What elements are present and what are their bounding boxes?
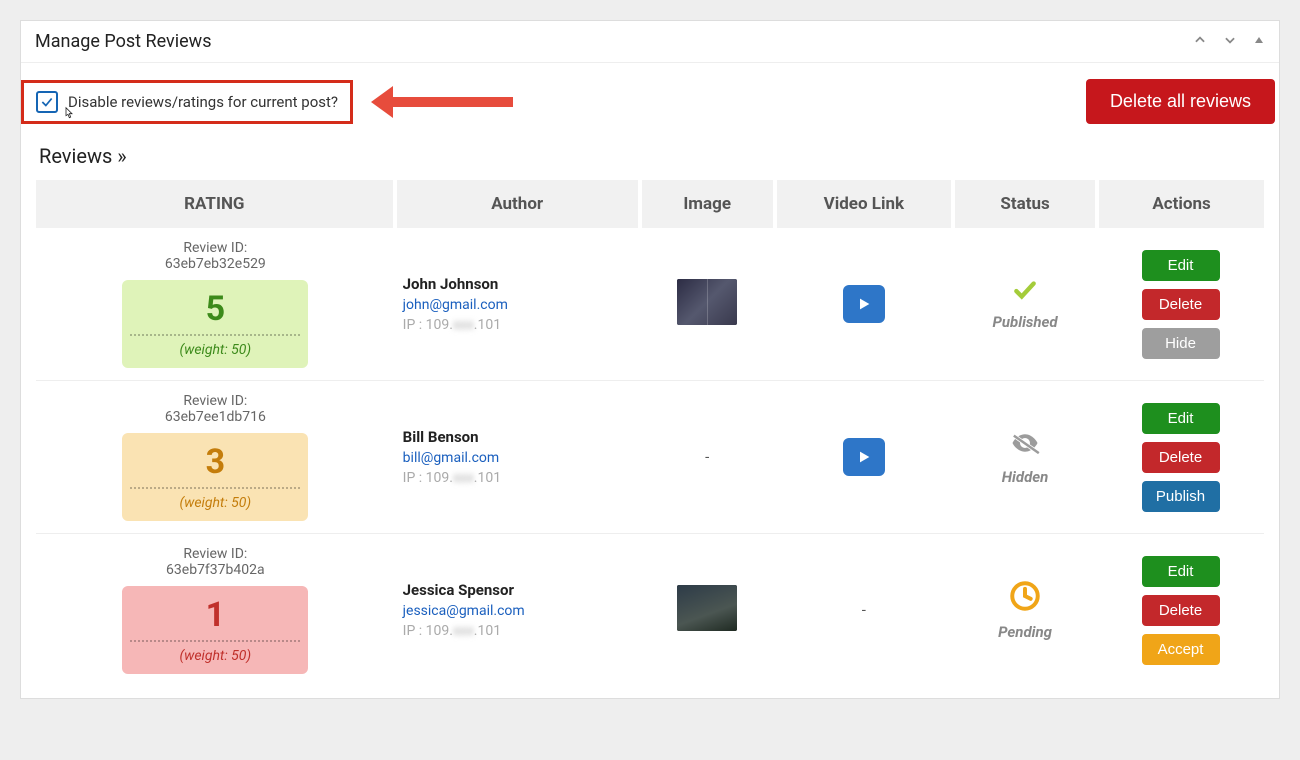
rating-divider	[130, 640, 300, 642]
disable-reviews-checkbox[interactable]	[36, 91, 58, 113]
reviews-table: RATING Author Image Video Link Status Ac…	[36, 180, 1264, 686]
panel-title: Manage Post Reviews	[35, 31, 211, 52]
callout-arrow-icon	[393, 97, 513, 107]
author-ip: IP : 109.xxx.101	[403, 470, 632, 486]
rating-number: 1	[130, 598, 300, 632]
review-image-thumb[interactable]	[677, 585, 737, 631]
rating-divider	[130, 334, 300, 336]
status-cell: Published	[961, 277, 1089, 331]
accept-button[interactable]: Accept	[1142, 634, 1220, 665]
col-status: Status	[953, 180, 1097, 228]
delete-button[interactable]: Delete	[1142, 442, 1220, 473]
delete-all-reviews-button[interactable]: Delete all reviews	[1086, 79, 1275, 124]
status-cell: Pending	[961, 579, 1089, 641]
author-email[interactable]: john@gmail.com	[403, 297, 632, 313]
collapse-icon[interactable]	[1253, 34, 1265, 50]
author-name: Bill Benson	[403, 428, 632, 446]
rating-badge: 1 (weight: 50)	[122, 586, 308, 674]
published-status-icon	[1008, 277, 1042, 307]
author-email[interactable]: bill@gmail.com	[403, 450, 632, 466]
chevron-up-icon[interactable]	[1193, 33, 1207, 51]
reviews-subtitle: Reviews »	[21, 140, 1279, 180]
author-name: John Johnson	[403, 275, 632, 293]
author-name: Jessica Spensor	[403, 581, 632, 599]
author-email[interactable]: jessica@gmail.com	[403, 603, 632, 619]
delete-button[interactable]: Delete	[1142, 595, 1220, 626]
chevron-down-icon[interactable]	[1223, 33, 1237, 51]
disable-reviews-label: Disable reviews/ratings for current post…	[68, 93, 338, 111]
review-id-label: Review ID:	[44, 546, 387, 562]
review-image-thumb[interactable]	[677, 279, 737, 325]
table-row: Review ID:63eb7f37b402a 1 (weight: 50) Jess…	[36, 534, 1264, 687]
panel-controls	[1193, 33, 1265, 51]
panel-header: Manage Post Reviews	[21, 21, 1279, 63]
rating-badge: 3 (weight: 50)	[122, 433, 308, 521]
hide-button[interactable]: Hide	[1142, 328, 1220, 359]
col-author: Author	[395, 180, 640, 228]
edit-button[interactable]: Edit	[1142, 403, 1220, 434]
no-video-dash: -	[862, 601, 866, 619]
no-image-dash: -	[705, 448, 709, 466]
author-ip: IP : 109.xxx.101	[403, 317, 632, 333]
publish-button[interactable]: Publish	[1142, 481, 1220, 512]
video-play-button[interactable]	[843, 285, 885, 323]
rating-number: 5	[130, 292, 300, 326]
col-rating: RATING	[36, 180, 395, 228]
col-image: Image	[640, 180, 775, 228]
table-row: Review ID:63eb7ee1db716 3 (weight: 50) Bill…	[36, 381, 1264, 534]
rating-weight: (weight: 50)	[130, 342, 300, 358]
status-cell: Hidden	[961, 428, 1089, 486]
hidden-status-icon	[1005, 428, 1045, 462]
disable-reviews-highlight: Disable reviews/ratings for current post…	[21, 80, 353, 124]
rating-weight: (weight: 50)	[130, 495, 300, 511]
edit-button[interactable]: Edit	[1142, 250, 1220, 281]
col-actions: Actions	[1097, 180, 1264, 228]
video-play-button[interactable]	[843, 438, 885, 476]
rating-badge: 5 (weight: 50)	[122, 280, 308, 368]
review-id-label: Review ID:	[44, 393, 387, 409]
status-label: Pending	[998, 623, 1052, 641]
delete-button[interactable]: Delete	[1142, 289, 1220, 320]
review-id-value: 63eb7ee1db716	[44, 409, 387, 425]
edit-button[interactable]: Edit	[1142, 556, 1220, 587]
pending-status-icon	[1008, 579, 1042, 617]
table-row: Review ID:63eb7eb32e529 5 (weight: 50) John…	[36, 228, 1264, 381]
review-id-value: 63eb7f37b402a	[44, 562, 387, 578]
rating-weight: (weight: 50)	[130, 648, 300, 664]
review-id-label: Review ID:	[44, 240, 387, 256]
rating-divider	[130, 487, 300, 489]
review-id-value: 63eb7eb32e529	[44, 256, 387, 272]
col-video: Video Link	[775, 180, 953, 228]
status-label: Hidden	[1002, 468, 1049, 486]
manage-reviews-panel: Manage Post Reviews Disable	[20, 20, 1280, 699]
rating-number: 3	[130, 445, 300, 479]
status-label: Published	[993, 313, 1058, 331]
topbar: Disable reviews/ratings for current post…	[21, 63, 1279, 140]
author-ip: IP : 109.xxx.101	[403, 623, 632, 639]
